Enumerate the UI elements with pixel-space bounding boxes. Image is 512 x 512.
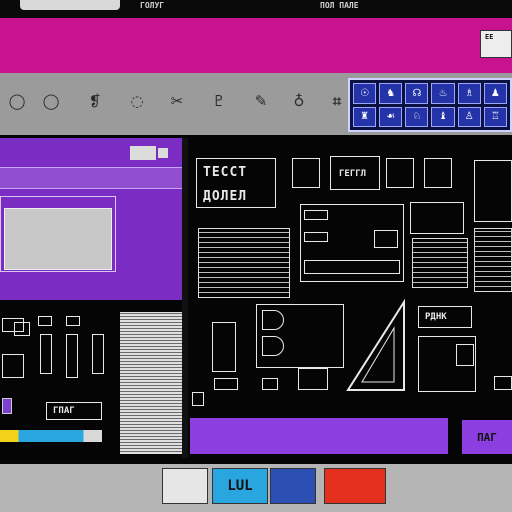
palette-icon-1[interactable]: ☉ <box>353 83 377 104</box>
panel-strip <box>0 167 182 189</box>
icon-palette: ☉ ♞ ☊ ♨ ♗ ♟ ♜ ☙ ♘ ♝ ♙ ♖ <box>348 78 512 132</box>
label-tag: РДНК <box>418 306 472 328</box>
title-text: ГОЛУГ <box>140 1 165 10</box>
panel-tab-small[interactable] <box>158 148 168 158</box>
node-tool-icon[interactable]: ❡ <box>84 90 106 112</box>
square-button-3[interactable] <box>424 158 452 188</box>
scissors-icon[interactable]: ✂ <box>166 90 188 112</box>
color-gradient-bar[interactable] <box>0 430 102 442</box>
phone-widget <box>212 322 236 372</box>
title-card-line1: ТЕССТ <box>203 165 248 180</box>
palette-icon-6[interactable]: ♟ <box>483 83 507 104</box>
mini-panel-label: ГЕГГЛ <box>339 169 367 179</box>
square-button-2[interactable] <box>386 158 414 188</box>
panel-divider <box>182 138 188 458</box>
title-text-2: ПОЛ ПАЛЕ <box>320 1 359 10</box>
progress-strip[interactable] <box>190 418 448 454</box>
preview-thumb[interactable] <box>410 202 464 234</box>
hook-tool-icon[interactable]: ♁ <box>288 90 310 112</box>
task-thumb-4[interactable] <box>324 468 386 504</box>
label-box-text: ГПАГ <box>53 406 75 416</box>
header-banner <box>0 18 512 73</box>
palette-icon-9[interactable]: ♘ <box>405 106 429 127</box>
action-button[interactable]: ПАГ <box>462 420 512 454</box>
palette-icon-5[interactable]: ♗ <box>457 83 481 104</box>
preview-box <box>4 208 112 270</box>
task-thumb-1[interactable] <box>162 468 208 504</box>
triangle-ruler-icon <box>346 298 405 391</box>
title-card: ТЕССТ ДОЛЕЛ <box>196 158 276 208</box>
corner-label: ЕЕ <box>485 33 494 41</box>
shape-d-2 <box>262 336 284 356</box>
panel-tab[interactable] <box>130 146 156 160</box>
tiny-box-2 <box>214 378 238 390</box>
settings-row[interactable] <box>304 260 400 274</box>
settings-toggle[interactable] <box>374 230 398 248</box>
widget-small-3[interactable] <box>14 322 30 336</box>
log-list <box>120 312 182 454</box>
task-thumb-2[interactable]: LUL <box>212 468 268 504</box>
app-logo <box>20 0 120 10</box>
settings-chip-2[interactable] <box>304 232 328 242</box>
side-connector <box>474 160 512 222</box>
info-table <box>412 238 468 288</box>
side-table <box>474 228 512 292</box>
label-box: ГПАГ <box>46 402 102 420</box>
circle-tool-icon[interactable]: ◯ <box>6 90 28 112</box>
tiny-box <box>262 378 278 390</box>
palette-icon-8[interactable]: ☙ <box>379 106 403 127</box>
slider-vertical-3[interactable] <box>92 334 104 374</box>
widget-small-5[interactable] <box>66 316 80 326</box>
tiny-box-3 <box>192 392 204 406</box>
crop-tool-icon[interactable]: ⌗ <box>326 90 348 112</box>
device-button[interactable] <box>456 344 474 366</box>
title-card-line2: ДОЛЕЛ <box>203 189 248 204</box>
ring-tool-icon[interactable]: ◌ <box>126 90 148 112</box>
palette-icon-7[interactable]: ♜ <box>353 106 377 127</box>
palette-icon-10[interactable]: ♝ <box>431 106 455 127</box>
action-button-label: ПАГ <box>477 430 497 444</box>
settings-chip[interactable] <box>304 210 328 220</box>
square-button[interactable] <box>292 158 320 188</box>
palette-icon-11[interactable]: ♙ <box>457 106 481 127</box>
mini-panel[interactable]: ГЕГГЛ <box>330 156 380 190</box>
slider-vertical[interactable] <box>40 334 52 374</box>
palette-icon-12[interactable]: ♖ <box>483 106 507 127</box>
widget-small-2[interactable] <box>2 354 24 378</box>
pin-tool-icon[interactable]: ♇ <box>208 90 230 112</box>
circle-tool-icon-2[interactable]: ◯ <box>40 90 62 112</box>
small-switch[interactable] <box>494 376 512 390</box>
title-bar: ГОЛУГ ПОЛ ПАЛЕ <box>0 0 512 18</box>
pen-tool-icon[interactable]: ✎ <box>250 90 272 112</box>
palette-icon-2[interactable]: ♞ <box>379 83 403 104</box>
palette-icon-4[interactable]: ♨ <box>431 83 455 104</box>
color-chip[interactable] <box>2 398 12 414</box>
task-thumb-2-label: LUL <box>227 478 253 494</box>
shape-d <box>262 310 284 330</box>
corner-window[interactable]: ЕЕ <box>480 30 512 58</box>
task-thumb-3[interactable] <box>270 468 316 504</box>
data-table <box>198 228 290 298</box>
palette-icon-3[interactable]: ☊ <box>405 83 429 104</box>
camera-icon <box>298 368 328 390</box>
slider-vertical-2[interactable] <box>66 334 78 378</box>
widget-small-4[interactable] <box>38 316 52 326</box>
label-tag-text: РДНК <box>425 312 447 322</box>
